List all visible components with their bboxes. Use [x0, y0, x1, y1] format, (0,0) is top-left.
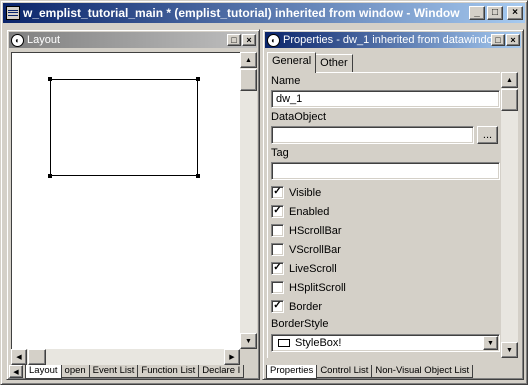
dataobject-field[interactable]	[271, 126, 474, 144]
livescroll-checkbox[interactable]: ✓	[271, 262, 284, 275]
maximize-button[interactable]: □	[487, 6, 503, 20]
scroll-right-arrow-icon[interactable]: ▶	[224, 349, 240, 365]
hscroll-thumb[interactable]	[28, 349, 46, 365]
stylebox-swatch-icon	[278, 339, 290, 347]
tab-layout[interactable]: Layout	[25, 365, 62, 379]
layout-window-icon[interactable]: ◐	[11, 33, 24, 47]
livescroll-checkbox-row[interactable]: ✓ LiveScroll	[271, 261, 337, 276]
properties-close-button[interactable]: ×	[506, 34, 520, 46]
properties-window: ◐ Properties - dw_1 inherited from dataw…	[262, 29, 524, 380]
vscrollbar-checkbox-row[interactable]: VScrollBar	[271, 242, 341, 257]
resize-handle-bottom-left[interactable]	[48, 174, 52, 178]
vscrollbar-checkbox[interactable]	[271, 243, 284, 256]
main-window: w_emplist_tutorial_main * (emplist_tutor…	[0, 0, 528, 385]
chevron-down-icon[interactable]: ▼	[483, 336, 498, 350]
scroll-up-arrow-icon[interactable]: ▲	[240, 52, 257, 68]
properties-window-icon[interactable]: ◐	[267, 33, 280, 47]
tab-declare[interactable]: Declare I	[198, 365, 245, 378]
properties-general-panel: Name dw_1 DataObject ... Tag ✓ Visible ✓…	[267, 72, 500, 358]
resize-handle-top-right[interactable]	[196, 77, 200, 81]
close-button[interactable]: ×	[507, 6, 523, 20]
hsplitscroll-checkbox-row[interactable]: HSplitScroll	[271, 280, 346, 295]
props-scroll-down-arrow-icon[interactable]: ▼	[501, 342, 518, 358]
visible-label: Visible	[289, 186, 322, 199]
tab-properties[interactable]: Properties	[266, 365, 318, 379]
layout-vertical-scrollbar[interactable]: ▲ ▼	[240, 52, 257, 349]
border-checkbox[interactable]: ✓	[271, 300, 284, 313]
borderstyle-value: StyleBox!	[295, 337, 342, 349]
tab-control-list[interactable]: Control List	[316, 365, 373, 378]
props-scroll-up-arrow-icon[interactable]: ▲	[501, 72, 518, 88]
main-window-title: w_emplist_tutorial_main * (emplist_tutor…	[23, 6, 460, 20]
resize-handle-bottom-right[interactable]	[196, 174, 200, 178]
properties-title-bar[interactable]: ◐ Properties - dw_1 inherited from dataw…	[265, 32, 521, 48]
layout-maximize-button[interactable]: □	[227, 34, 241, 46]
window-app-icon[interactable]	[6, 6, 20, 20]
enabled-checkbox[interactable]: ✓	[271, 205, 284, 218]
properties-tabs: General Other	[267, 52, 353, 73]
layout-canvas[interactable]	[11, 52, 240, 349]
layout-bottom-tabs: ◀ Layout open Event List Function List D…	[9, 365, 257, 379]
minimize-button[interactable]: _	[469, 6, 485, 20]
borderstyle-dropdown[interactable]: StyleBox! ▼	[271, 334, 500, 352]
tag-label: Tag	[271, 147, 289, 159]
properties-bottom-tabs: Properties Control List Non-Visual Objec…	[266, 365, 521, 379]
tab-other[interactable]: Other	[315, 54, 353, 73]
tab-function-list[interactable]: Function List	[137, 365, 200, 378]
props-scroll-thumb[interactable]	[501, 89, 518, 111]
datawindow-control-dw-1[interactable]	[48, 77, 200, 178]
borderstyle-label: BorderStyle	[271, 318, 329, 330]
hsplitscroll-label: HSplitScroll	[289, 281, 346, 294]
vscrollbar-label: VScrollBar	[289, 243, 341, 256]
tab-open[interactable]: open	[60, 365, 90, 378]
layout-close-button[interactable]: ×	[242, 34, 256, 46]
tab-general[interactable]: General	[267, 52, 317, 73]
enabled-checkbox-row[interactable]: ✓ Enabled	[271, 204, 329, 219]
livescroll-label: LiveScroll	[289, 262, 337, 275]
tab-non-visual-object-list[interactable]: Non-Visual Object List	[371, 365, 474, 378]
layout-window-title: Layout	[27, 34, 61, 46]
name-label: Name	[271, 75, 301, 87]
border-checkbox-row[interactable]: ✓ Border	[271, 299, 322, 314]
hscrollbar-label: HScrollBar	[289, 224, 342, 237]
visible-checkbox[interactable]: ✓	[271, 186, 284, 199]
scroll-left-arrow-icon[interactable]: ◀	[11, 349, 27, 365]
visible-checkbox-row[interactable]: ✓ Visible	[271, 185, 321, 200]
hscrollbar-checkbox-row[interactable]: HScrollBar	[271, 223, 342, 238]
tab-scroll-left-icon[interactable]: ◀	[9, 365, 23, 378]
layout-title-bar[interactable]: ◐ Layout □ ×	[9, 32, 257, 48]
tag-field[interactable]	[271, 162, 500, 180]
main-title-bar[interactable]: w_emplist_tutorial_main * (emplist_tutor…	[3, 3, 525, 23]
dataobject-browse-button[interactable]: ...	[477, 126, 498, 144]
scroll-down-arrow-icon[interactable]: ▼	[240, 333, 257, 349]
properties-window-title: Properties - dw_1 inherited from datawin…	[283, 34, 491, 46]
hsplitscroll-checkbox[interactable]	[271, 281, 284, 294]
layout-window: ◐ Layout □ × ▲ ▼ ◀ ▶ ◀ Layout open Event…	[6, 29, 260, 380]
properties-vertical-scrollbar[interactable]: ▲ ▼	[501, 72, 518, 358]
layout-horizontal-scrollbar[interactable]: ◀ ▶	[11, 349, 240, 365]
tab-event-list[interactable]: Event List	[88, 365, 139, 378]
properties-maximize-button[interactable]: □	[491, 34, 505, 46]
enabled-label: Enabled	[289, 205, 330, 218]
resize-handle-top-left[interactable]	[48, 77, 52, 81]
border-label: Border	[289, 300, 323, 313]
name-field[interactable]: dw_1	[271, 90, 500, 108]
dataobject-label: DataObject	[271, 111, 327, 123]
scroll-thumb[interactable]	[240, 69, 257, 91]
hscrollbar-checkbox[interactable]	[271, 224, 284, 237]
